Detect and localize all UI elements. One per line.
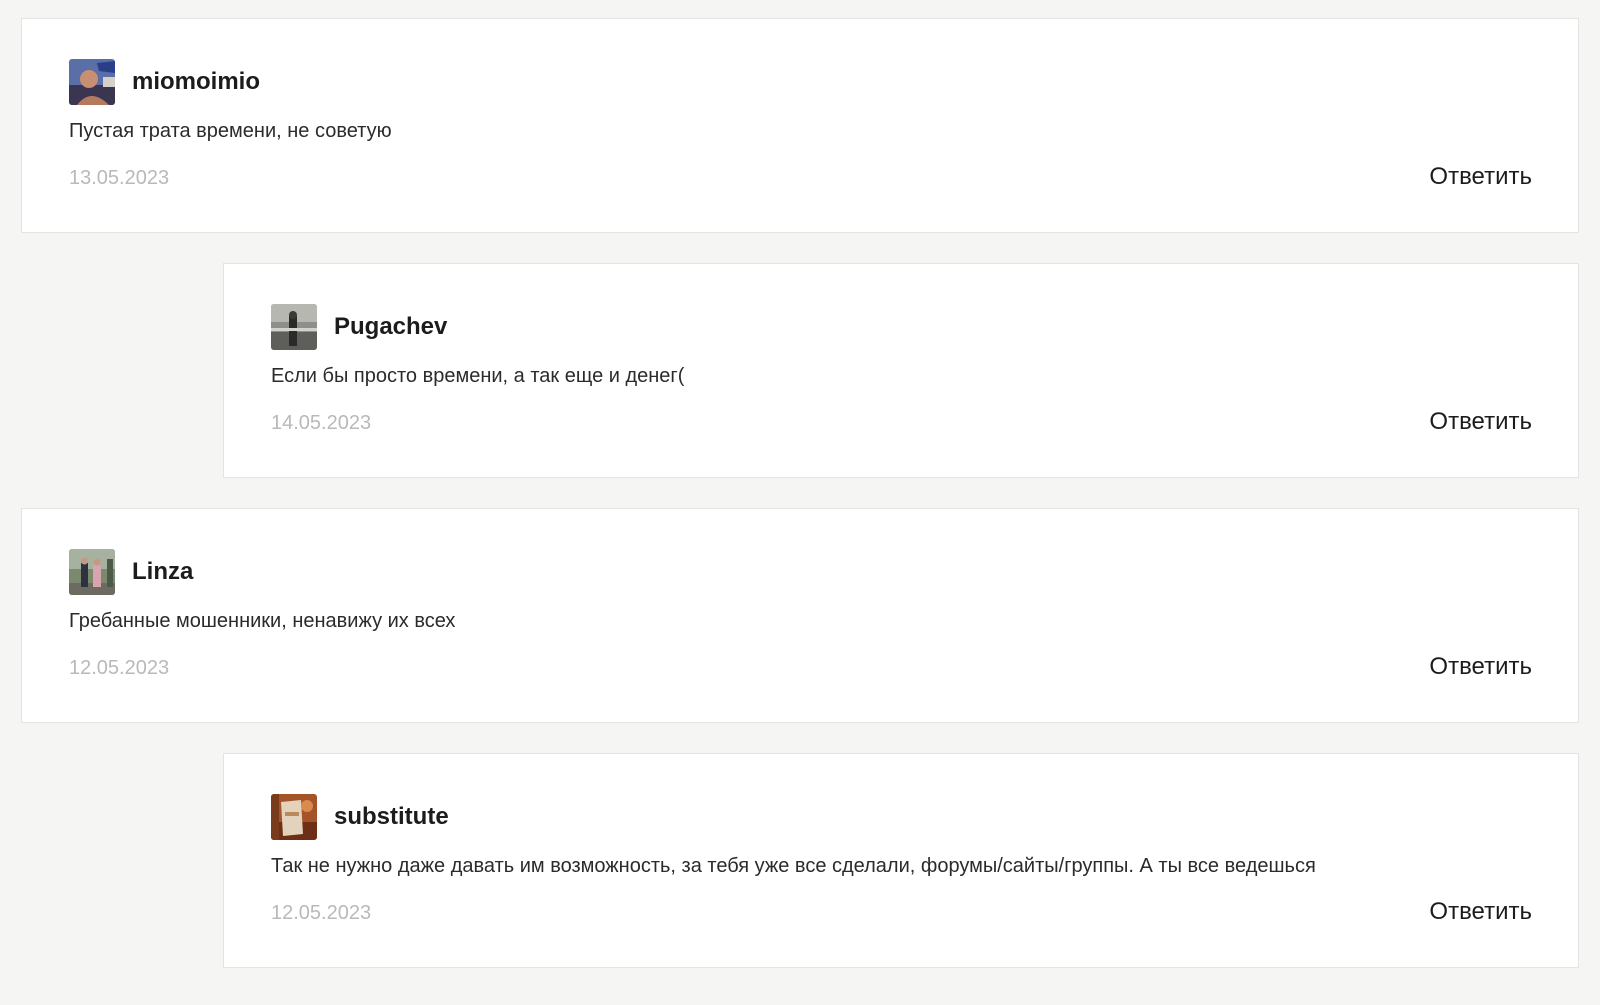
user-avatar[interactable] bbox=[271, 304, 317, 350]
comment-date: 12.05.2023 bbox=[69, 657, 170, 679]
comment-text: Так не нужно даже давать им возможность,… bbox=[271, 855, 1316, 877]
comments-thread: miomoimio Пустая трата времени, не совет… bbox=[0, 0, 1600, 1005]
user-avatar[interactable] bbox=[69, 549, 115, 595]
user-photo-avatar-icon bbox=[271, 794, 317, 840]
comment-text: Пустая трата времени, не советую bbox=[69, 120, 392, 142]
reply-button[interactable]: Ответить bbox=[1429, 897, 1532, 927]
user-photo-avatar-icon bbox=[271, 304, 317, 350]
comment-header: miomoimio bbox=[69, 59, 260, 105]
reply-button[interactable]: Ответить bbox=[1429, 407, 1532, 437]
comment-card: miomoimio Пустая трата времени, не совет… bbox=[21, 18, 1579, 233]
user-avatar[interactable] bbox=[271, 794, 317, 840]
comment-card-reply: substitute Так не нужно даже давать им в… bbox=[223, 753, 1579, 968]
comment-header: Pugachev bbox=[271, 304, 447, 350]
user-avatar[interactable] bbox=[69, 59, 115, 105]
author-name[interactable]: Pugachev bbox=[334, 304, 447, 350]
comment-card-reply: Pugachev Если бы просто времени, а так е… bbox=[223, 263, 1579, 478]
author-name[interactable]: substitute bbox=[334, 794, 449, 840]
user-photo-avatar-icon bbox=[69, 549, 115, 595]
author-name[interactable]: Linza bbox=[132, 549, 193, 595]
reply-button[interactable]: Ответить bbox=[1429, 652, 1532, 682]
comment-date: 13.05.2023 bbox=[69, 167, 170, 189]
comment-date: 14.05.2023 bbox=[271, 412, 372, 434]
comment-card: Linza Гребанные мошенники, ненавижу их в… bbox=[21, 508, 1579, 723]
user-photo-avatar-icon bbox=[69, 59, 115, 105]
reply-button[interactable]: Ответить bbox=[1429, 162, 1532, 192]
comment-text: Если бы просто времени, а так еще и дене… bbox=[271, 365, 685, 387]
comment-header: substitute bbox=[271, 794, 449, 840]
author-name[interactable]: miomoimio bbox=[132, 59, 260, 105]
comment-text: Гребанные мошенники, ненавижу их всех bbox=[69, 610, 456, 632]
comment-header: Linza bbox=[69, 549, 193, 595]
comment-date: 12.05.2023 bbox=[271, 902, 372, 924]
